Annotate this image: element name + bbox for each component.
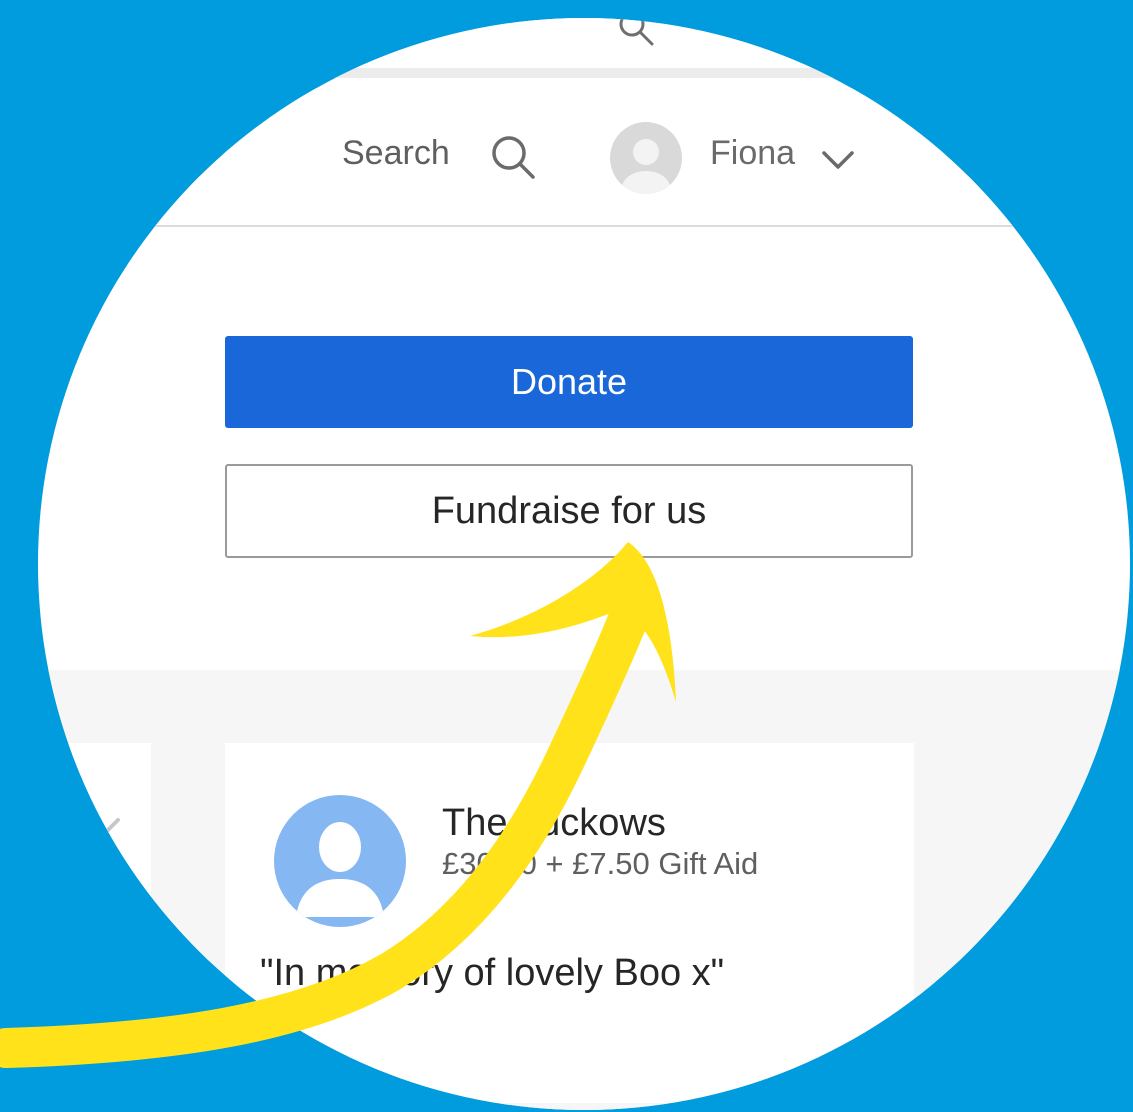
- top-bar-divider: [38, 68, 1130, 78]
- donor-name: The Luckows: [442, 802, 666, 844]
- previous-donation-card: [38, 743, 151, 1103]
- user-avatar[interactable]: [610, 122, 682, 194]
- chevron-left-icon[interactable]: [96, 816, 124, 856]
- user-silhouette-icon: [622, 139, 670, 194]
- default-user-icon: [274, 795, 406, 927]
- search-icon[interactable]: [616, 18, 656, 50]
- magnified-page-view: Search Fiona Donate Fundraise for us The…: [38, 18, 1130, 1110]
- user-silhouette-icon: [296, 822, 384, 917]
- user-name[interactable]: Fiona: [710, 134, 795, 173]
- top-bar: [38, 18, 1130, 70]
- site-header: [38, 88, 1130, 227]
- chevron-down-icon[interactable]: [820, 148, 856, 172]
- search-icon[interactable]: [488, 132, 538, 182]
- donation-amount: £30.00 + £7.50 Gift Aid: [442, 846, 759, 881]
- donate-button[interactable]: Donate: [225, 336, 913, 428]
- search-link-label[interactable]: Search: [342, 134, 450, 173]
- fundraise-button[interactable]: Fundraise for us: [225, 464, 913, 558]
- donation-message: "In memory of lovely Boo x": [260, 952, 725, 994]
